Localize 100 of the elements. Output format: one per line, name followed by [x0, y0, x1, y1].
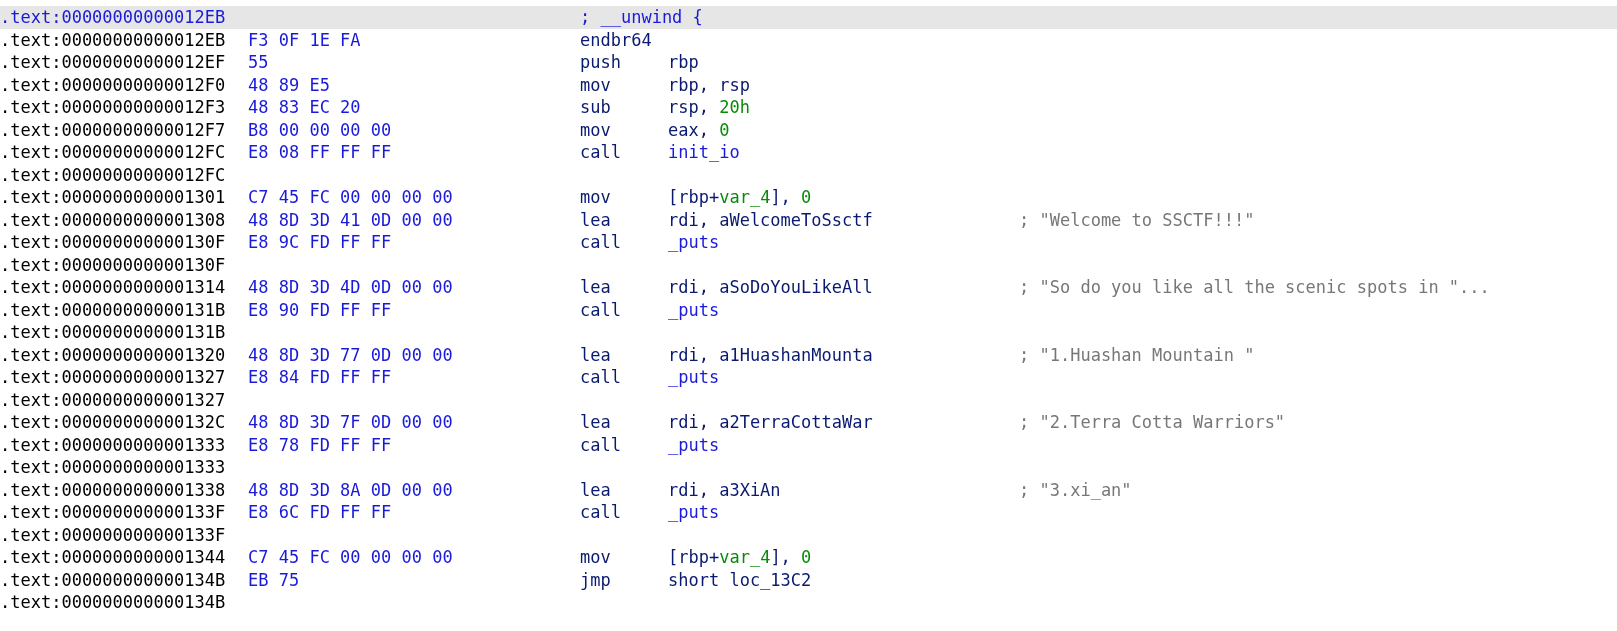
address-text: .text:00000000000012FC — [0, 163, 227, 186]
listing-row[interactable]: .text:000000000000134B EB 75 jmp short loc_13C2 — [0, 568, 1617, 591]
address-text: .text:000000000000134B — [0, 568, 227, 591]
operand-text: _puts — [668, 232, 720, 252]
operand-text: _puts — [668, 502, 720, 522]
listing-row[interactable]: .text:0000000000001327 — [0, 388, 1617, 411]
mnemonic-text: call — [580, 502, 621, 522]
operand-text: rdi, aSoDoYouLikeAll — [668, 277, 873, 297]
comment-text: ; "Welcome to SSCTF!!!" — [1019, 208, 1255, 231]
address-text: .text:000000000000130F — [0, 253, 227, 276]
listing-row[interactable]: .text:0000000000001327 E8 84 FD FF FF call _puts — [0, 366, 1617, 389]
operand-text: [rbp+var_4], 0 — [668, 187, 812, 207]
bytes-text: C7 45 FC 00 00 00 00 — [248, 187, 453, 207]
listing-row[interactable]: .text:000000000000131B E8 90 FD FF FF call _puts — [0, 298, 1617, 321]
comment-text: ; "1.Huashan Mountain " — [1019, 343, 1255, 366]
listing-row[interactable]: .text:000000000000133F E8 6C FD FF FF call _puts — [0, 501, 1617, 524]
listing-row[interactable]: .text:0000000000001320 48 8D 3D 77 0D 00 00 lea rdi, a1HuashanMounta ; "1.Huashan Mountain " — [0, 343, 1617, 366]
listing-row[interactable]: .text:000000000000131B — [0, 321, 1617, 344]
listing-row[interactable]: .text:00000000000012EB ; __unwind { — [0, 6, 1617, 29]
address-text: .text:0000000000001333 — [0, 433, 227, 456]
listing-row[interactable]: .text:00000000000012EB F3 0F 1E FA endbr64 — [0, 28, 1617, 51]
mnemonic-text: lea — [580, 479, 611, 500]
listing-row[interactable]: .text:0000000000001333 — [0, 456, 1617, 479]
mnemonic-text: call — [580, 299, 621, 320]
bytes-text: E8 08 FF FF FF — [248, 142, 392, 162]
mnemonic-text: call — [580, 367, 621, 387]
address-text: .text:0000000000001320 — [0, 343, 227, 366]
bytes-text: B8 00 00 00 00 — [248, 119, 392, 140]
address-text: .text:0000000000001338 — [0, 478, 227, 501]
listing-row[interactable]: .text:000000000000133F — [0, 523, 1617, 546]
operand-text: eax, 0 — [668, 119, 730, 140]
address-text: .text:0000000000001344 — [0, 546, 227, 569]
listing-row[interactable]: .text:00000000000012EF 55 push rbp — [0, 51, 1617, 74]
listing-row[interactable]: .text:000000000000130F — [0, 253, 1617, 276]
bytes-text: 48 8D 3D 41 0D 00 00 — [248, 209, 453, 230]
listing-row[interactable]: .text:000000000000130F E8 9C FD FF FF call _puts — [0, 231, 1617, 254]
operand-text: init_io — [668, 142, 740, 162]
bytes-text: F3 0F 1E FA — [248, 29, 361, 50]
address-text: .text:000000000000134B — [0, 591, 227, 614]
listing-row[interactable]: .text:0000000000001344 C7 45 FC 00 00 00 00 mov [rbp+var_4], 0 — [0, 546, 1617, 569]
operand-text: rdi, a3XiAn — [668, 479, 781, 500]
operand-text: rbp, rsp — [668, 74, 750, 95]
bytes-text: 48 8D 3D 4D 0D 00 00 — [248, 277, 453, 297]
bytes-text: E8 90 FD FF FF — [248, 299, 392, 320]
listing-row[interactable]: .text:000000000000134B — [0, 591, 1617, 614]
listing-row[interactable]: .text:000000000000132C 48 8D 3D 7F 0D 00 00 lea rdi, a2TerraCottaWar ; "2.Terra Cotta Warriors" — [0, 411, 1617, 434]
mnemonic-text: lea — [580, 344, 611, 365]
directive-text: ; __unwind { — [580, 6, 703, 29]
mnemonic-text: jmp — [580, 569, 611, 590]
listing-row[interactable]: .text:0000000000001301 C7 45 FC 00 00 00 00 mov [rbp+var_4], 0 — [0, 186, 1617, 209]
operand-text: _puts — [668, 434, 720, 455]
listing-row[interactable]: .text:0000000000001314 48 8D 3D 4D 0D 00 00 lea rdi, aSoDoYouLikeAll ; "So do you like all the scenic spots in "... — [0, 276, 1617, 299]
bytes-text: E8 78 FD FF FF — [248, 434, 392, 455]
operand-text: rdi, a2TerraCottaWar — [668, 412, 873, 432]
bytes-text: 48 83 EC 20 — [248, 97, 361, 117]
operand-text: rbp — [668, 52, 699, 72]
listing-row[interactable]: .text:00000000000012FC — [0, 163, 1617, 186]
address-text: .text:0000000000001308 — [0, 208, 227, 231]
mnemonic-text: mov — [580, 119, 611, 140]
address-text: .text:000000000000131B — [0, 298, 227, 321]
bytes-text: 55 — [248, 52, 269, 72]
listing-row[interactable]: .text:0000000000001338 48 8D 3D 8A 0D 00 00 lea rdi, a3XiAn ; "3.xi_an" — [0, 478, 1617, 501]
mnemonic-text: lea — [580, 277, 611, 297]
mnemonic-text: sub — [580, 97, 611, 117]
bytes-text: EB 75 — [248, 569, 300, 590]
mnemonic-text: mov — [580, 187, 611, 207]
listing-row[interactable]: .text:0000000000001308 48 8D 3D 41 0D 00 00 lea rdi, aWelcomeToSsctf ; "Welcome to SSCTF!!!" — [0, 208, 1617, 231]
address-text: .text:000000000000133F — [0, 501, 227, 524]
comment-text: ; "2.Terra Cotta Warriors" — [1019, 411, 1286, 434]
mnemonic-text: call — [580, 434, 621, 455]
address-text: .text:000000000000132C — [0, 411, 227, 434]
mnemonic-text: mov — [580, 547, 611, 567]
address-text: .text:00000000000012EB — [0, 6, 227, 29]
address-text: .text:0000000000001333 — [0, 456, 227, 479]
mnemonic-text: mov — [580, 74, 611, 95]
address-text: .text:000000000000133F — [0, 523, 227, 546]
address-text: .text:00000000000012FC — [0, 141, 227, 164]
listing-row[interactable]: .text:00000000000012F0 48 89 E5 mov rbp, rsp — [0, 73, 1617, 96]
operand-text: rdi, aWelcomeToSsctf — [668, 209, 873, 230]
mnemonic-text: push — [580, 52, 621, 72]
address-text: .text:00000000000012F7 — [0, 118, 227, 141]
bytes-text: E8 9C FD FF FF — [248, 232, 392, 252]
listing-row[interactable]: .text:00000000000012F7 B8 00 00 00 00 mov eax, 0 — [0, 118, 1617, 141]
mnemonic-text: endbr64 — [580, 29, 652, 50]
listing-row[interactable]: .text:00000000000012F3 48 83 EC 20 sub rsp, 20h — [0, 96, 1617, 119]
bytes-text: 48 8D 3D 77 0D 00 00 — [248, 344, 453, 365]
operand-text: _puts — [668, 299, 720, 320]
listing-row[interactable]: .text:00000000000012FC E8 08 FF FF FF call init_io — [0, 141, 1617, 164]
address-text: .text:00000000000012EF — [0, 51, 227, 74]
address-text: .text:00000000000012F0 — [0, 73, 227, 96]
bytes-text: 48 8D 3D 8A 0D 00 00 — [248, 479, 453, 500]
bytes-text: E8 6C FD FF FF — [248, 502, 392, 522]
listing-row[interactable]: .text:0000000000001333 E8 78 FD FF FF call _puts — [0, 433, 1617, 456]
address-text: .text:000000000000130F — [0, 231, 227, 254]
bytes-text: 48 89 E5 — [248, 74, 330, 95]
address-text: .text:0000000000001314 — [0, 276, 227, 299]
comment-text: ; "So do you like all the scenic spots in "... — [1019, 276, 1490, 299]
mnemonic-text: lea — [580, 412, 611, 432]
address-text: .text:00000000000012F3 — [0, 96, 227, 119]
operand-text: rsp, 20h — [668, 97, 750, 117]
